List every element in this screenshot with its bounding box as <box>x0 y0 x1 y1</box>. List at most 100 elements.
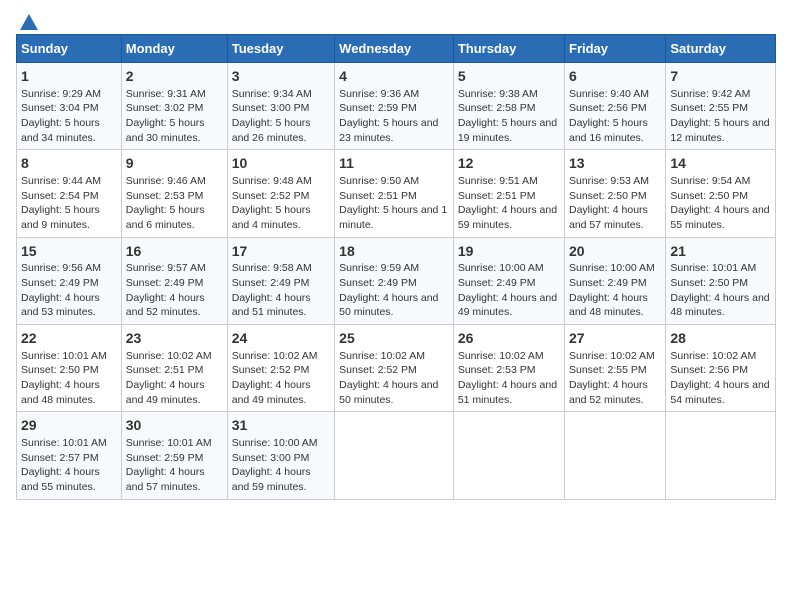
calendar-cell <box>453 412 564 499</box>
day-info: Sunrise: 9:51 AMSunset: 2:51 PMDaylight:… <box>458 174 560 233</box>
calendar-cell: 5Sunrise: 9:38 AMSunset: 2:58 PMDaylight… <box>453 63 564 150</box>
calendar-cell: 20Sunrise: 10:00 AMSunset: 2:49 PMDaylig… <box>565 237 666 324</box>
calendar-cell: 28Sunrise: 10:02 AMSunset: 2:56 PMDaylig… <box>666 325 776 412</box>
day-info: Sunrise: 9:53 AMSunset: 2:50 PMDaylight:… <box>569 174 661 233</box>
calendar-cell: 29Sunrise: 10:01 AMSunset: 2:57 PMDaylig… <box>17 412 122 499</box>
calendar-cell: 23Sunrise: 10:02 AMSunset: 2:51 PMDaylig… <box>121 325 227 412</box>
col-header-wednesday: Wednesday <box>335 35 454 63</box>
col-header-saturday: Saturday <box>666 35 776 63</box>
calendar-week-row: 15Sunrise: 9:56 AMSunset: 2:49 PMDayligh… <box>17 237 776 324</box>
calendar-cell: 4Sunrise: 9:36 AMSunset: 2:59 PMDaylight… <box>335 63 454 150</box>
day-number: 5 <box>458 67 560 87</box>
calendar-week-row: 22Sunrise: 10:01 AMSunset: 2:50 PMDaylig… <box>17 325 776 412</box>
day-info: Sunrise: 9:58 AMSunset: 2:49 PMDaylight:… <box>232 261 330 320</box>
calendar-cell <box>666 412 776 499</box>
day-number: 8 <box>21 154 117 174</box>
calendar-cell: 25Sunrise: 10:02 AMSunset: 2:52 PMDaylig… <box>335 325 454 412</box>
day-info: Sunrise: 9:48 AMSunset: 2:52 PMDaylight:… <box>232 174 330 233</box>
day-info: Sunrise: 10:02 AMSunset: 2:52 PMDaylight… <box>232 349 330 408</box>
day-number: 29 <box>21 416 117 436</box>
calendar-cell: 16Sunrise: 9:57 AMSunset: 2:49 PMDayligh… <box>121 237 227 324</box>
day-number: 21 <box>670 242 771 262</box>
day-info: Sunrise: 10:01 AMSunset: 2:50 PMDaylight… <box>670 261 771 320</box>
calendar-cell: 18Sunrise: 9:59 AMSunset: 2:49 PMDayligh… <box>335 237 454 324</box>
col-header-sunday: Sunday <box>17 35 122 63</box>
calendar-cell: 19Sunrise: 10:00 AMSunset: 2:49 PMDaylig… <box>453 237 564 324</box>
day-number: 10 <box>232 154 330 174</box>
day-info: Sunrise: 9:36 AMSunset: 2:59 PMDaylight:… <box>339 87 449 146</box>
logo-icon <box>18 12 40 32</box>
calendar-week-row: 8Sunrise: 9:44 AMSunset: 2:54 PMDaylight… <box>17 150 776 237</box>
calendar-week-row: 29Sunrise: 10:01 AMSunset: 2:57 PMDaylig… <box>17 412 776 499</box>
day-info: Sunrise: 10:00 AMSunset: 3:00 PMDaylight… <box>232 436 330 495</box>
day-info: Sunrise: 10:01 AMSunset: 2:50 PMDaylight… <box>21 349 117 408</box>
day-info: Sunrise: 9:44 AMSunset: 2:54 PMDaylight:… <box>21 174 117 233</box>
calendar-cell: 10Sunrise: 9:48 AMSunset: 2:52 PMDayligh… <box>227 150 334 237</box>
day-info: Sunrise: 10:02 AMSunset: 2:53 PMDaylight… <box>458 349 560 408</box>
day-number: 13 <box>569 154 661 174</box>
day-info: Sunrise: 9:50 AMSunset: 2:51 PMDaylight:… <box>339 174 449 233</box>
calendar-cell <box>565 412 666 499</box>
day-info: Sunrise: 9:31 AMSunset: 3:02 PMDaylight:… <box>126 87 223 146</box>
calendar-cell: 27Sunrise: 10:02 AMSunset: 2:55 PMDaylig… <box>565 325 666 412</box>
day-number: 23 <box>126 329 223 349</box>
calendar-header-row: SundayMondayTuesdayWednesdayThursdayFrid… <box>17 35 776 63</box>
day-info: Sunrise: 9:59 AMSunset: 2:49 PMDaylight:… <box>339 261 449 320</box>
day-info: Sunrise: 9:29 AMSunset: 3:04 PMDaylight:… <box>21 87 117 146</box>
day-number: 30 <box>126 416 223 436</box>
calendar-cell: 2Sunrise: 9:31 AMSunset: 3:02 PMDaylight… <box>121 63 227 150</box>
calendar-cell: 14Sunrise: 9:54 AMSunset: 2:50 PMDayligh… <box>666 150 776 237</box>
day-info: Sunrise: 9:38 AMSunset: 2:58 PMDaylight:… <box>458 87 560 146</box>
calendar-cell: 9Sunrise: 9:46 AMSunset: 2:53 PMDaylight… <box>121 150 227 237</box>
day-number: 22 <box>21 329 117 349</box>
calendar-cell: 15Sunrise: 9:56 AMSunset: 2:49 PMDayligh… <box>17 237 122 324</box>
day-number: 31 <box>232 416 330 436</box>
day-number: 12 <box>458 154 560 174</box>
col-header-thursday: Thursday <box>453 35 564 63</box>
day-number: 19 <box>458 242 560 262</box>
day-info: Sunrise: 10:00 AMSunset: 2:49 PMDaylight… <box>458 261 560 320</box>
calendar-cell: 7Sunrise: 9:42 AMSunset: 2:55 PMDaylight… <box>666 63 776 150</box>
day-number: 27 <box>569 329 661 349</box>
day-info: Sunrise: 10:02 AMSunset: 2:55 PMDaylight… <box>569 349 661 408</box>
calendar-cell: 24Sunrise: 10:02 AMSunset: 2:52 PMDaylig… <box>227 325 334 412</box>
day-number: 16 <box>126 242 223 262</box>
day-info: Sunrise: 9:56 AMSunset: 2:49 PMDaylight:… <box>21 261 117 320</box>
day-info: Sunrise: 10:02 AMSunset: 2:52 PMDaylight… <box>339 349 449 408</box>
day-number: 25 <box>339 329 449 349</box>
calendar-cell: 26Sunrise: 10:02 AMSunset: 2:53 PMDaylig… <box>453 325 564 412</box>
day-info: Sunrise: 9:57 AMSunset: 2:49 PMDaylight:… <box>126 261 223 320</box>
day-info: Sunrise: 9:34 AMSunset: 3:00 PMDaylight:… <box>232 87 330 146</box>
calendar-table: SundayMondayTuesdayWednesdayThursdayFrid… <box>16 34 776 500</box>
day-info: Sunrise: 10:01 AMSunset: 2:59 PMDaylight… <box>126 436 223 495</box>
day-number: 15 <box>21 242 117 262</box>
page-container: SundayMondayTuesdayWednesdayThursdayFrid… <box>0 0 792 508</box>
col-header-monday: Monday <box>121 35 227 63</box>
day-info: Sunrise: 9:42 AMSunset: 2:55 PMDaylight:… <box>670 87 771 146</box>
day-number: 11 <box>339 154 449 174</box>
day-number: 1 <box>21 67 117 87</box>
logo <box>16 12 40 26</box>
day-number: 7 <box>670 67 771 87</box>
day-info: Sunrise: 10:02 AMSunset: 2:56 PMDaylight… <box>670 349 771 408</box>
day-number: 14 <box>670 154 771 174</box>
day-info: Sunrise: 10:02 AMSunset: 2:51 PMDaylight… <box>126 349 223 408</box>
day-info: Sunrise: 9:46 AMSunset: 2:53 PMDaylight:… <box>126 174 223 233</box>
day-number: 28 <box>670 329 771 349</box>
calendar-cell: 22Sunrise: 10:01 AMSunset: 2:50 PMDaylig… <box>17 325 122 412</box>
calendar-cell: 13Sunrise: 9:53 AMSunset: 2:50 PMDayligh… <box>565 150 666 237</box>
col-header-friday: Friday <box>565 35 666 63</box>
header <box>16 12 776 26</box>
day-number: 2 <box>126 67 223 87</box>
calendar-cell: 21Sunrise: 10:01 AMSunset: 2:50 PMDaylig… <box>666 237 776 324</box>
day-info: Sunrise: 10:01 AMSunset: 2:57 PMDaylight… <box>21 436 117 495</box>
calendar-week-row: 1Sunrise: 9:29 AMSunset: 3:04 PMDaylight… <box>17 63 776 150</box>
day-number: 17 <box>232 242 330 262</box>
calendar-cell: 31Sunrise: 10:00 AMSunset: 3:00 PMDaylig… <box>227 412 334 499</box>
day-number: 3 <box>232 67 330 87</box>
calendar-cell: 8Sunrise: 9:44 AMSunset: 2:54 PMDaylight… <box>17 150 122 237</box>
day-info: Sunrise: 9:40 AMSunset: 2:56 PMDaylight:… <box>569 87 661 146</box>
day-number: 24 <box>232 329 330 349</box>
calendar-cell: 3Sunrise: 9:34 AMSunset: 3:00 PMDaylight… <box>227 63 334 150</box>
day-info: Sunrise: 9:54 AMSunset: 2:50 PMDaylight:… <box>670 174 771 233</box>
